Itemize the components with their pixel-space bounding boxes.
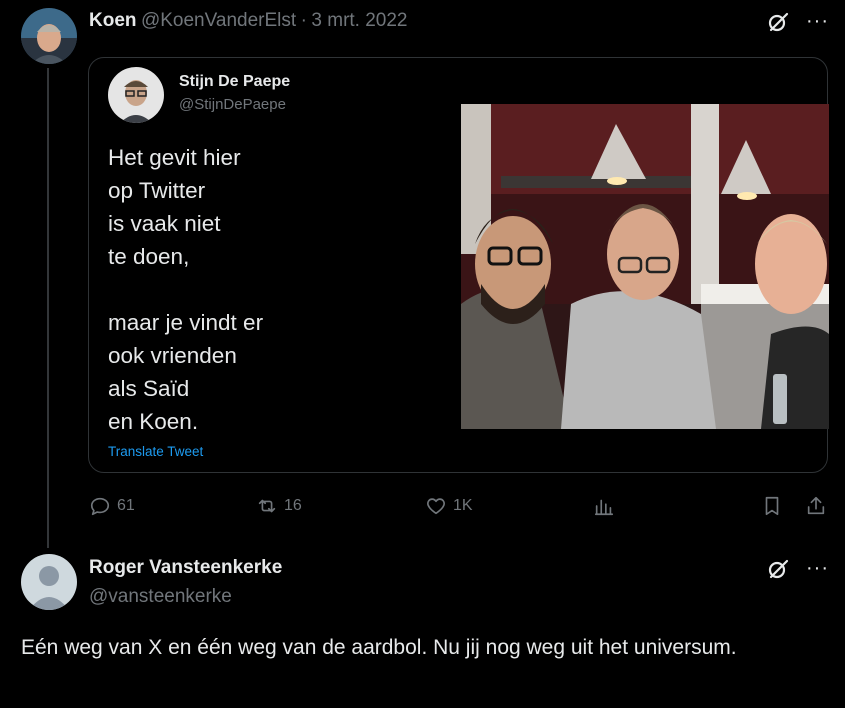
thread-connector-line: [47, 68, 49, 548]
quote-text: Het gevit hier op Twitter is vaak niet t…: [108, 145, 264, 434]
reply-grok-button[interactable]: [766, 557, 790, 586]
reply-author-avatar[interactable]: [21, 554, 77, 610]
tweet-date[interactable]: 3 mrt. 2022: [311, 10, 407, 31]
header-separator: ·: [300, 10, 307, 31]
bar-chart-icon: [594, 499, 614, 516]
quote-author-handle: @StijnDePaepe: [179, 96, 286, 113]
quote-author-name: Stijn De Paepe: [179, 73, 291, 90]
grok-button[interactable]: [766, 10, 790, 39]
grok-icon: [768, 559, 789, 579]
author-name[interactable]: Koen: [89, 10, 137, 31]
reply-count: 61: [117, 497, 135, 514]
default-avatar-icon: [21, 554, 77, 610]
bookmark-icon: [765, 496, 779, 516]
author-handle[interactable]: @KoenVanderElst: [141, 10, 296, 31]
share-action[interactable]: [805, 495, 827, 517]
reply-author-name[interactable]: Roger Vansteenkerke: [89, 557, 282, 579]
reply-author-handle[interactable]: @vansteenkerke: [89, 586, 232, 608]
author-avatar[interactable]: [21, 8, 77, 64]
tweet-header: Koen @KoenVanderElst · 3 mrt. 2022: [89, 10, 408, 32]
quote-photo[interactable]: [461, 104, 829, 429]
reply-more-options-button[interactable]: ···: [806, 557, 829, 580]
heart-icon: [427, 498, 445, 515]
like-action[interactable]: 1K: [425, 495, 473, 517]
grok-icon: [768, 12, 789, 32]
reply-action[interactable]: 61: [89, 495, 135, 517]
quote-author-avatar: [108, 67, 164, 123]
retweet-count: 16: [284, 497, 302, 514]
bookmark-action[interactable]: [761, 495, 783, 517]
reply-icon: [90, 497, 110, 516]
like-count: 1K: [453, 497, 473, 514]
retweet-icon: [258, 499, 276, 513]
retweet-action[interactable]: 16: [256, 495, 302, 517]
share-icon: [807, 496, 825, 515]
more-options-button[interactable]: ···: [806, 10, 829, 33]
translate-link[interactable]: Translate Tweet: [108, 444, 203, 459]
reply-text: Eén weg van X en één weg van de aardbol.…: [21, 636, 737, 659]
views-action[interactable]: [593, 495, 615, 517]
